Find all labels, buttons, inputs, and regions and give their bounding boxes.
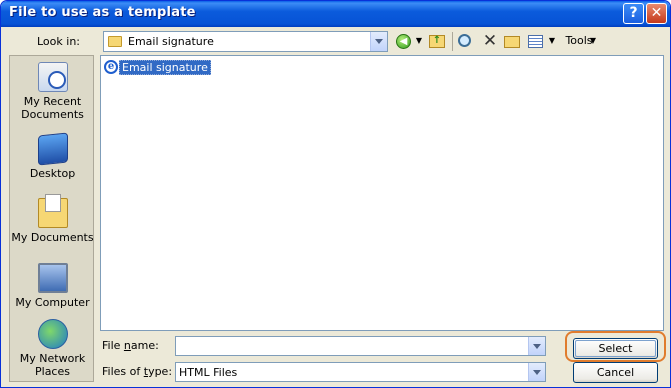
- look-in-value: Email signature: [128, 35, 214, 48]
- place-my-computer[interactable]: My Computer: [10, 263, 95, 309]
- views-icon: [528, 35, 543, 48]
- places-bar: My Recent Documents Desktop My Documents…: [9, 55, 94, 382]
- desktop-icon: [37, 132, 68, 166]
- up-one-level-button[interactable]: ↑: [429, 32, 447, 51]
- toolbar-separator: [452, 32, 453, 51]
- file-type-label: Files of type:: [102, 365, 173, 378]
- look-in-dropdown-button[interactable]: [370, 32, 387, 51]
- back-icon: ◀: [396, 34, 411, 49]
- file-name: Email signature: [119, 60, 211, 75]
- file-name-label: File name:: [102, 339, 159, 352]
- place-my-documents[interactable]: My Documents: [10, 194, 95, 244]
- place-my-recent-documents[interactable]: My Recent Documents: [10, 62, 95, 121]
- back-button[interactable]: ◀: [396, 32, 412, 51]
- my-computer-icon: [37, 263, 68, 293]
- cancel-button[interactable]: Cancel: [573, 362, 658, 383]
- place-label: My Network Places: [19, 352, 86, 378]
- place-label: My Computer: [15, 296, 90, 309]
- place-desktop[interactable]: Desktop: [10, 132, 95, 180]
- search-web-icon: [458, 34, 471, 47]
- up-folder-icon: ↑: [429, 35, 445, 48]
- internet-explorer-icon: e: [104, 60, 118, 74]
- dialog-title: File to use as a template: [9, 5, 196, 20]
- recent-documents-icon: [37, 62, 68, 92]
- back-dropdown-arrow[interactable]: ▼: [415, 32, 423, 51]
- help-button[interactable]: ?: [623, 3, 644, 24]
- file-type-value: HTML Files: [179, 366, 238, 379]
- file-type-dropdown-button[interactable]: [528, 363, 545, 381]
- delete-button[interactable]: ✕: [482, 32, 498, 51]
- select-button[interactable]: Select: [573, 338, 658, 359]
- folder-icon: [108, 36, 122, 47]
- look-in-label: Look in:: [37, 35, 80, 48]
- file-name-field[interactable]: [175, 336, 546, 356]
- title-bar[interactable]: File to use as a template ? ✕: [1, 1, 670, 27]
- close-button[interactable]: ✕: [646, 3, 667, 24]
- network-places-icon: [37, 319, 68, 349]
- tools-dropdown-arrow[interactable]: ▼: [589, 32, 597, 51]
- file-type-select[interactable]: HTML Files: [175, 362, 546, 382]
- file-name-dropdown-button[interactable]: [528, 337, 545, 355]
- file-list[interactable]: e Email signature: [100, 55, 664, 331]
- my-documents-icon: [37, 194, 68, 228]
- place-my-network-places[interactable]: My Network Places: [10, 319, 95, 378]
- delete-icon: ✕: [482, 31, 498, 51]
- views-dropdown-arrow[interactable]: ▼: [548, 32, 556, 51]
- search-web-button[interactable]: [458, 32, 476, 51]
- place-label: My Recent Documents: [21, 95, 84, 121]
- look-in-combo[interactable]: Email signature: [103, 31, 388, 52]
- place-label: My Documents: [11, 231, 94, 244]
- place-label: Desktop: [29, 167, 76, 180]
- views-button[interactable]: [528, 32, 546, 51]
- new-folder-button[interactable]: [504, 32, 522, 51]
- file-dialog-window: File to use as a template ? ✕ Look in: E…: [0, 0, 671, 388]
- new-folder-icon: [504, 36, 520, 48]
